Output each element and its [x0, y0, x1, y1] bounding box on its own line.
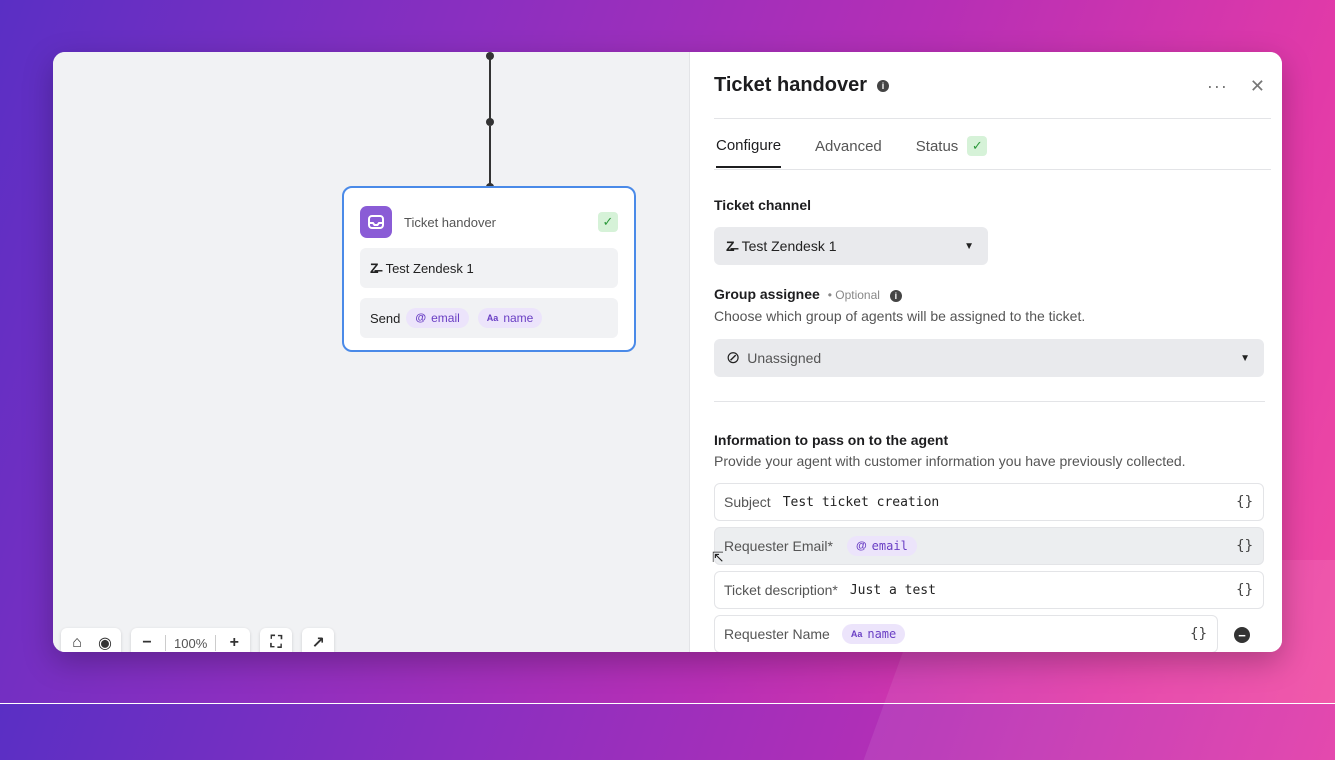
field-label: Requester Name — [724, 626, 830, 642]
panel-tabs: Configure Advanced Status ✓ — [716, 136, 1021, 168]
zendesk-icon: Z̶ — [370, 260, 379, 276]
node-send-label: Send — [370, 310, 401, 326]
ticket-channel-select[interactable]: Z̶ Test Zendesk 1 ▼ — [714, 227, 988, 265]
node-channel-row: Z̶ Test Zendesk 1 — [360, 248, 618, 288]
share-arrow-icon[interactable]: ↗ — [308, 633, 328, 652]
divider — [714, 118, 1271, 119]
canvas-toolbar: ⌂ ◉ − 100% + ⛶ ↗ — [61, 628, 335, 652]
ticket-handover-node[interactable]: Ticket handover ✓ Z̶ Test Zendesk 1 Send… — [342, 186, 636, 352]
check-icon: ✓ — [598, 212, 618, 232]
tab-configure[interactable]: Configure — [716, 136, 782, 168]
chip-label: name — [867, 627, 897, 641]
optional-tag: • Optional — [827, 288, 880, 302]
at-icon: @ — [855, 540, 867, 552]
unassigned-icon: ⊘ — [726, 348, 741, 367]
caret-down-icon: ▼ — [1240, 352, 1250, 364]
field-label: Requester Email* — [724, 538, 833, 554]
field-label: Subject — [724, 494, 771, 510]
close-icon[interactable]: ✕ — [1250, 76, 1265, 97]
connector-dot[interactable] — [486, 118, 494, 126]
node-send-row: Send @ email Aa name — [360, 298, 618, 338]
fullscreen-icon[interactable]: ⛶ — [266, 633, 286, 652]
panel-title-row: Ticket handover i — [714, 74, 890, 97]
tab-advanced[interactable]: Advanced — [815, 136, 882, 168]
subject-field[interactable]: Subject Test ticket creation {} — [714, 483, 1264, 521]
nav-group: ⌂ ◉ — [61, 628, 121, 652]
panel-title: Ticket handover — [714, 74, 868, 96]
at-icon: @ — [415, 312, 427, 324]
ticket-channel-label: Ticket channel — [714, 197, 812, 213]
info-label: Information to pass on to the agent — [714, 432, 949, 448]
group-assignee-select[interactable]: ⊘ Unassigned ▼ — [714, 339, 1264, 377]
flow-canvas[interactable]: Ticket handover ✓ Z̶ Test Zendesk 1 Send… — [53, 52, 689, 652]
requester-name-field[interactable]: Requester Name Aa name {} — [714, 615, 1218, 652]
divider — [714, 169, 1271, 170]
inbox-icon — [360, 206, 392, 238]
compass-icon[interactable]: ◉ — [95, 633, 115, 652]
ticket-description-field[interactable]: Ticket description* Just a test {} — [714, 571, 1264, 609]
divider — [215, 635, 217, 651]
chip-label: name — [503, 311, 534, 325]
share-group: ↗ — [302, 628, 335, 652]
remove-field-button[interactable]: − — [1234, 627, 1250, 643]
text-variable-icon: Aa — [850, 629, 863, 639]
app-window: Ticket handover ✓ Z̶ Test Zendesk 1 Send… — [53, 52, 1282, 652]
group-assignee-value: Unassigned — [747, 350, 822, 366]
group-assignee-label-row: Group assignee • Optional i — [714, 286, 902, 302]
info-description: Provide your agent with customer informa… — [714, 453, 1186, 469]
connector-line — [489, 126, 491, 186]
variable-braces-button[interactable]: {} — [1190, 626, 1207, 642]
chip-label: email — [431, 311, 460, 325]
info-icon[interactable]: i — [889, 290, 902, 302]
zoom-in-button[interactable]: + — [224, 633, 244, 652]
text-variable-icon: Aa — [486, 313, 499, 323]
tab-label: Configure — [716, 136, 782, 154]
fit-group: ⛶ — [260, 628, 293, 652]
variable-braces-button[interactable]: {} — [1236, 494, 1253, 510]
divider — [165, 635, 166, 651]
field-label: Ticket description* — [724, 582, 838, 598]
tab-label: Status — [915, 137, 959, 155]
zendesk-icon: Z̶ — [726, 238, 735, 254]
chip-label: email — [871, 539, 908, 553]
zoom-out-button[interactable]: − — [137, 633, 157, 652]
node-title: Ticket handover — [404, 214, 497, 230]
group-assignee-label: Group assignee — [714, 286, 820, 302]
field-value: Test ticket creation — [782, 494, 940, 510]
more-options-icon[interactable]: ··· — [1207, 76, 1228, 97]
tab-label: Advanced — [815, 137, 882, 155]
node-channel-label: Test Zendesk 1 — [385, 260, 474, 276]
settings-panel: Ticket handover i ··· ✕ Configure Advanc… — [689, 52, 1282, 652]
mouse-cursor-icon: ⇱ — [712, 549, 724, 565]
caret-down-icon: ▼ — [964, 240, 974, 252]
variable-braces-button[interactable]: {} — [1236, 538, 1253, 554]
tab-status[interactable]: Status ✓ — [916, 136, 988, 168]
field-value: Just a test — [849, 582, 936, 598]
email-variable-chip: @ email — [406, 308, 469, 328]
home-icon[interactable]: ⌂ — [67, 633, 87, 652]
zoom-level: 100% — [174, 635, 208, 651]
email-variable-chip[interactable]: @ email — [846, 536, 917, 556]
panel-actions: ··· ✕ — [1207, 76, 1265, 97]
zoom-group: − 100% + — [131, 628, 251, 652]
name-variable-chip: Aa name — [477, 308, 543, 328]
info-icon[interactable]: i — [877, 79, 890, 92]
group-assignee-description: Choose which group of agents will be ass… — [714, 308, 1086, 324]
connector-line — [489, 56, 491, 120]
requester-email-field[interactable]: Requester Email* @ email {} — [714, 527, 1264, 565]
ticket-channel-value: Test Zendesk 1 — [741, 238, 837, 254]
name-variable-chip[interactable]: Aa name — [841, 624, 906, 644]
variable-braces-button[interactable]: {} — [1236, 582, 1253, 598]
check-icon: ✓ — [967, 136, 988, 156]
divider — [714, 401, 1265, 402]
